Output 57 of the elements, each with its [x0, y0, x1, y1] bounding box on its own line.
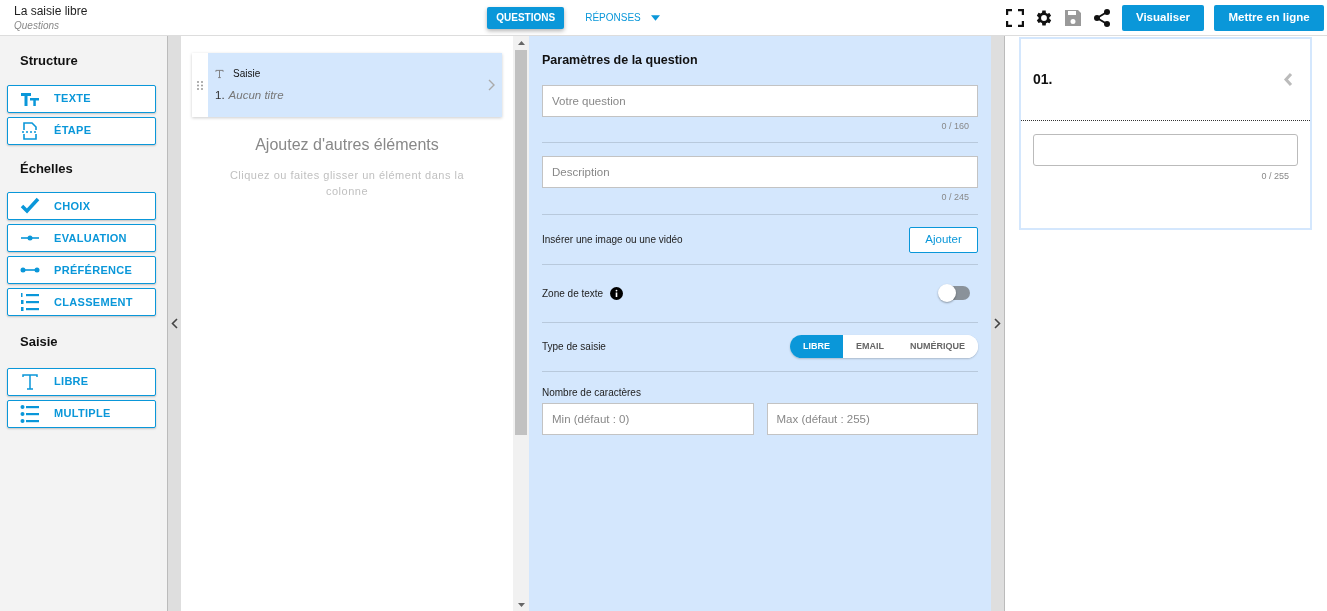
element-button[interactable]: TEXTE — [7, 84, 156, 113]
section-heading: Saisie — [19, 333, 59, 351]
header-button[interactable]: Mettre en ligne — [1214, 4, 1324, 31]
expand-icon[interactable] — [994, 318, 1001, 329]
media-label: Insérer une image ou une vidéo — [542, 233, 683, 248]
empty-hint: Cliquez ou faites glisser un élément dans la colonne — [228, 168, 466, 199]
bullet-list-icon — [20, 403, 40, 424]
text-field[interactable]: Votre question — [542, 84, 978, 117]
toggle-switch[interactable] — [940, 286, 970, 301]
text-field[interactable]: Description — [542, 156, 978, 189]
element-button[interactable]: CHOIX — [7, 192, 156, 220]
info-icon[interactable] — [610, 286, 624, 300]
toggle-label: Zone de texte — [542, 286, 604, 301]
element-button[interactable]: LIBRE — [7, 367, 156, 396]
element-button[interactable]: PRÉFÉRENCE — [7, 256, 156, 284]
element-button[interactable]: MULTIPLE — [7, 399, 156, 428]
chevron-right-icon — [488, 79, 495, 91]
empty-title: Ajoutez d'autres éléments — [254, 135, 440, 155]
text-icon — [215, 68, 224, 79]
fullscreen-icon[interactable] — [1006, 8, 1024, 27]
collapse-icon[interactable] — [171, 318, 178, 329]
check-icon — [20, 196, 40, 216]
text-icon — [20, 371, 40, 392]
char-count-label: Nombre de caractères — [542, 385, 642, 400]
max-field[interactable]: Max (défaut : 255) — [766, 402, 978, 435]
element-number: 1. — [215, 88, 225, 103]
settings-title: Paramètres de la question — [542, 52, 699, 69]
min-field[interactable]: Min (défaut : 0) — [542, 402, 754, 435]
char-counter: 0 / 160 — [941, 119, 969, 133]
char-counter: 0 / 255 — [1261, 170, 1289, 183]
element-title: Aucun titre — [228, 88, 284, 103]
page-break-icon — [20, 120, 40, 141]
segment-option[interactable]: EMAIL — [843, 335, 897, 359]
scroll-up-icon[interactable] — [517, 41, 525, 45]
scroll-down-icon[interactable] — [517, 603, 525, 607]
nav-tab[interactable]: RÉPONSES — [576, 6, 669, 29]
segment-option[interactable]: NUMÉRIQUE — [897, 335, 978, 359]
page-title: La saisie libre — [14, 3, 89, 19]
element-type: Saisie — [233, 67, 261, 81]
header-button[interactable]: Visualiser — [1122, 4, 1204, 31]
answer-field[interactable] — [1033, 134, 1298, 166]
char-counter: 0 / 245 — [941, 191, 969, 205]
element-button[interactable]: EVALUATION — [7, 224, 156, 252]
section-heading: Échelles — [19, 159, 74, 178]
input-type-label: Type de saisie — [542, 340, 606, 355]
element-button[interactable]: ÉTAPE — [7, 116, 156, 145]
element-button[interactable]: CLASSEMENT — [7, 288, 156, 316]
numbered-list-icon — [20, 292, 40, 312]
section-heading: Structure — [19, 52, 79, 70]
drag-handle-icon[interactable] — [197, 80, 203, 90]
question-number: 01. — [1033, 70, 1053, 89]
nav-tab[interactable]: QUESTIONS — [487, 6, 565, 29]
add-button[interactable]: Ajouter — [909, 226, 978, 253]
share-icon[interactable] — [1092, 7, 1112, 28]
segment-option[interactable]: LIBRE — [790, 335, 843, 359]
element-card[interactable]: Saisie 1. Aucun titre — [192, 53, 502, 117]
page-subtitle: Questions — [14, 18, 61, 32]
